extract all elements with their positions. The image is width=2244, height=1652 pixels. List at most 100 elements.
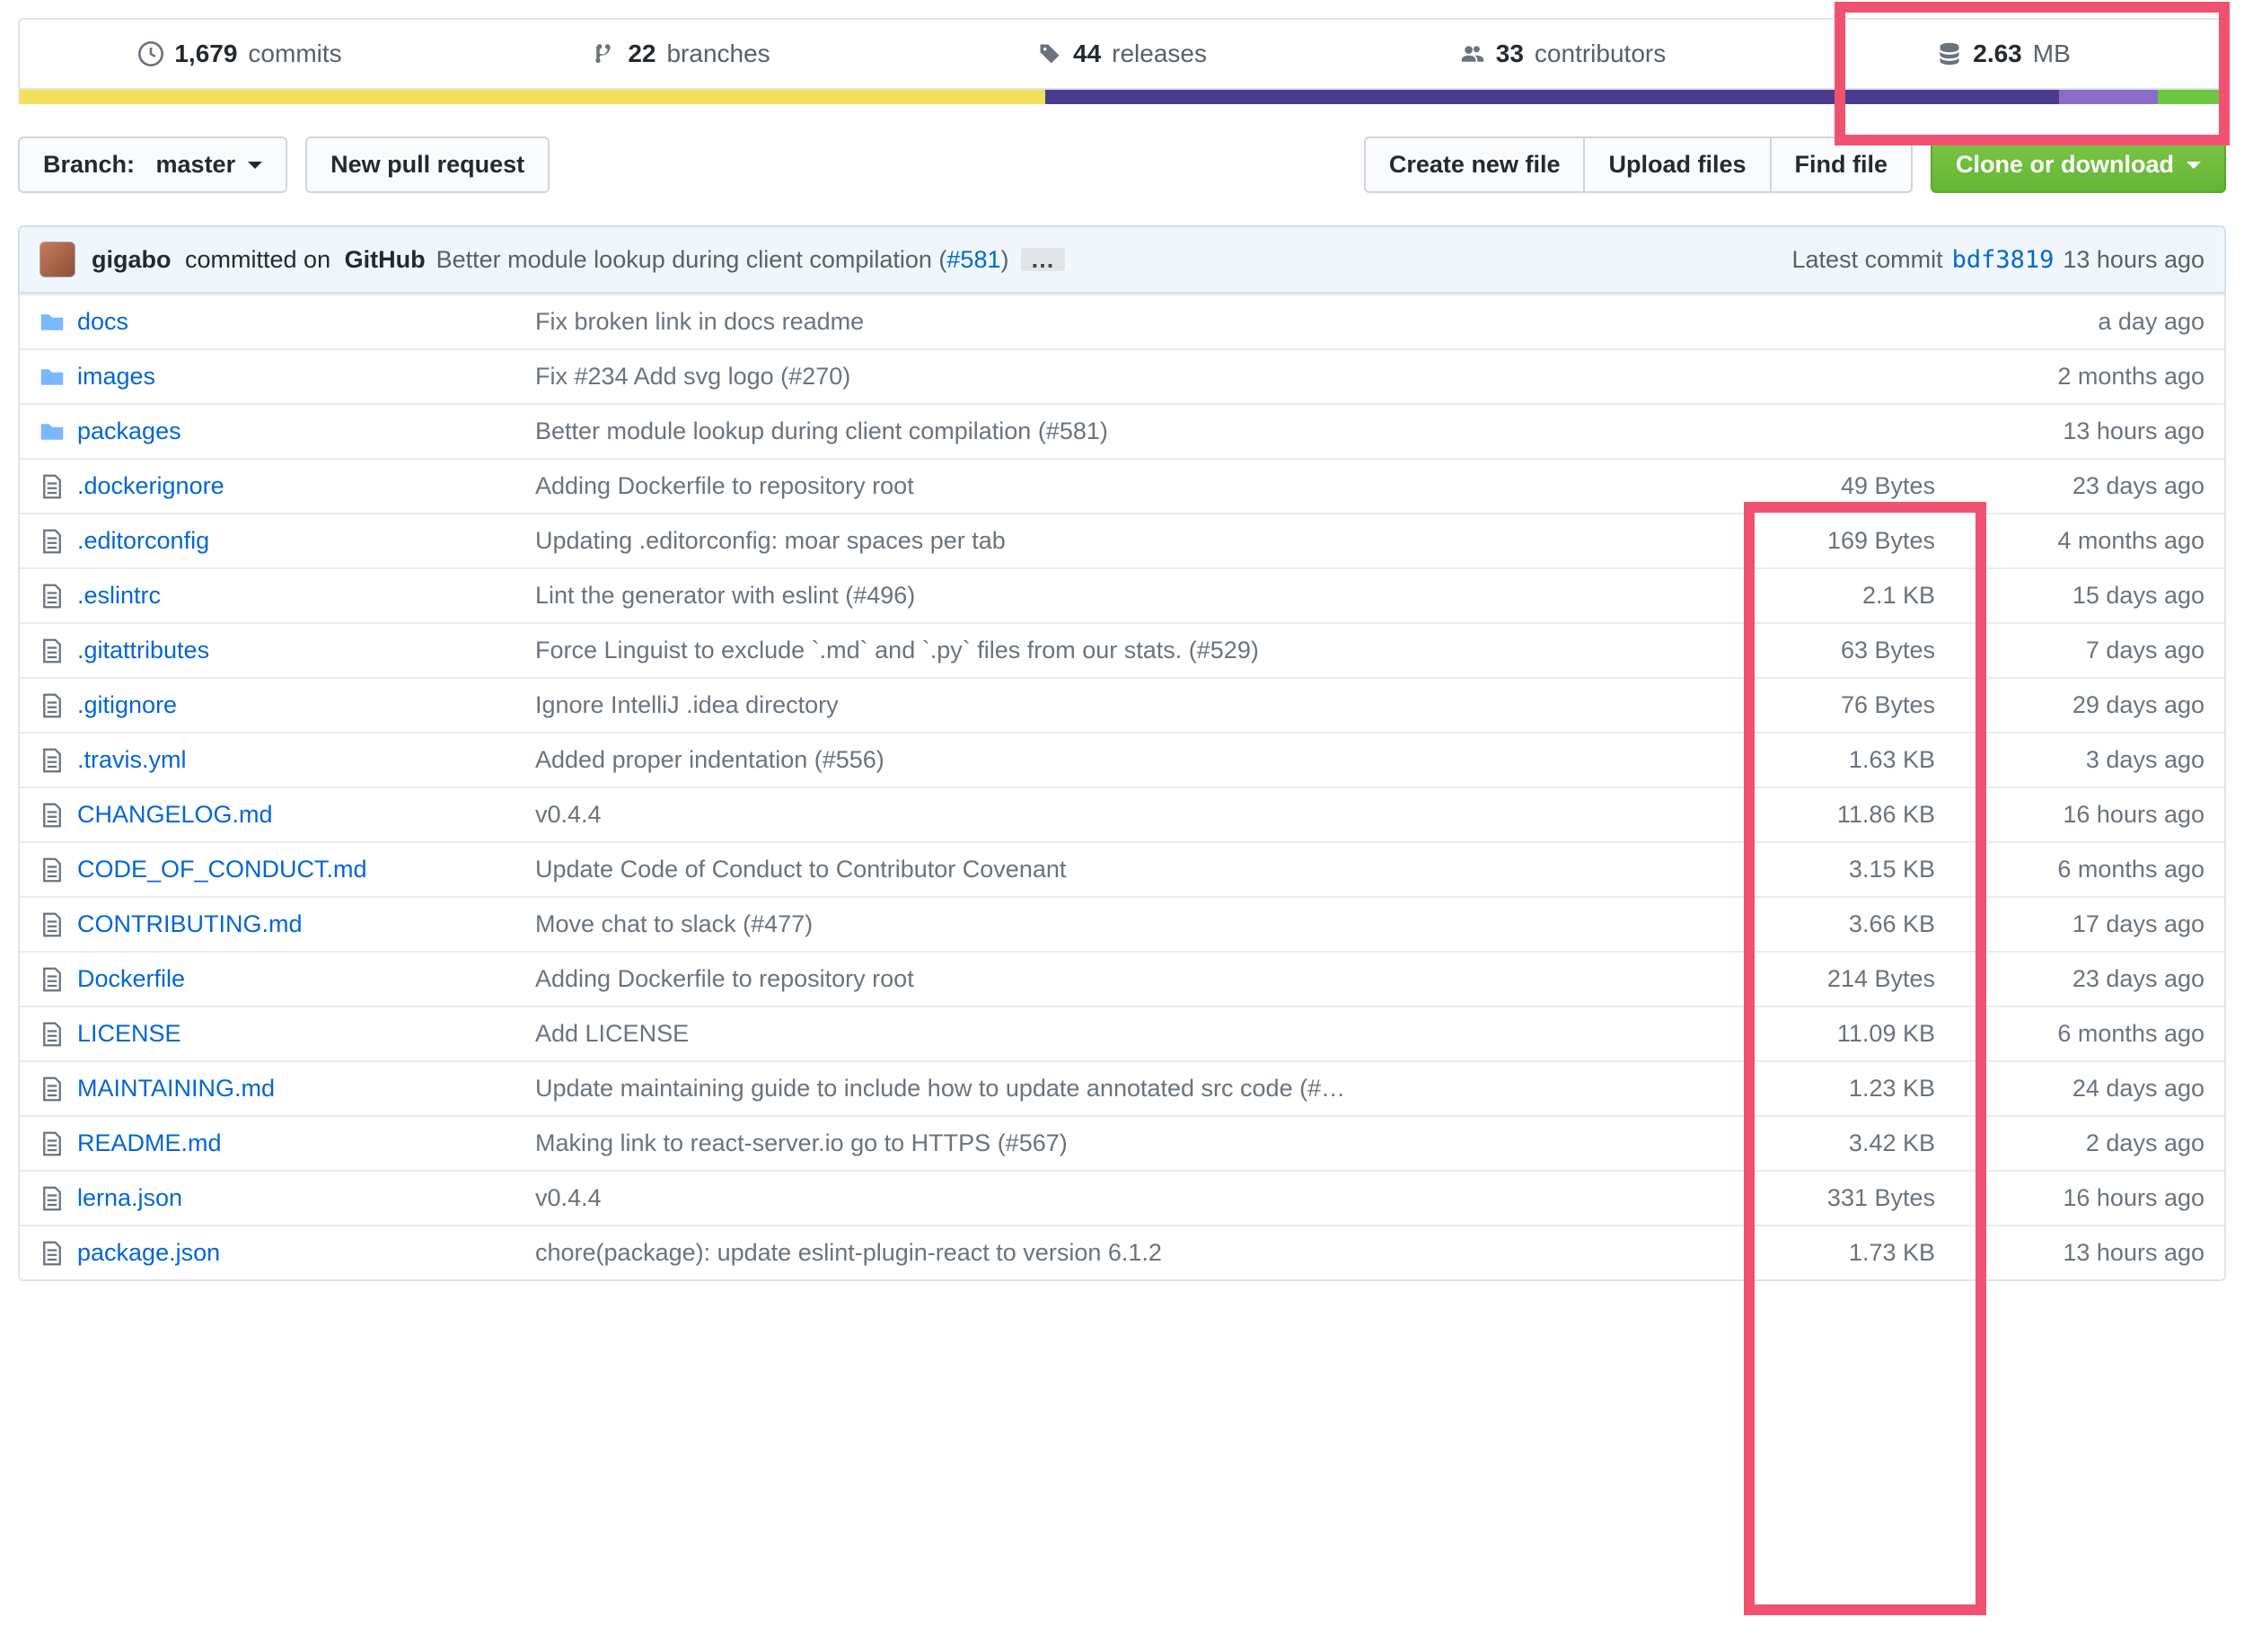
file-icon bbox=[40, 584, 77, 609]
clone-download-label: Clone or download bbox=[1956, 151, 2174, 179]
file-row: README.md Making link to react-server.io … bbox=[20, 1115, 2224, 1170]
file-icon bbox=[40, 638, 77, 663]
file-commit-message[interactable]: Lint the generator with eslint (#496) bbox=[535, 582, 1747, 610]
releases-label: releases bbox=[1112, 40, 1207, 68]
commits-label: commits bbox=[248, 40, 341, 68]
file-time: 24 days ago bbox=[1962, 1075, 2204, 1103]
branch-select-button[interactable]: Branch: master bbox=[18, 136, 287, 193]
file-icon bbox=[40, 1076, 77, 1102]
file-name-link[interactable]: images bbox=[77, 363, 155, 390]
file-commit-message[interactable]: Update maintaining guide to include how … bbox=[535, 1075, 1747, 1103]
file-time: 17 days ago bbox=[1962, 910, 2204, 938]
file-commit-message[interactable]: Updating .editorconfig: moar spaces per … bbox=[535, 527, 1747, 555]
file-name-link[interactable]: lerna.json bbox=[77, 1184, 182, 1211]
file-icon bbox=[40, 803, 77, 828]
file-name-link[interactable]: LICENSE bbox=[77, 1020, 181, 1047]
file-name-link[interactable]: .eslintrc bbox=[77, 582, 161, 609]
file-commit-message[interactable]: v0.4.4 bbox=[535, 801, 1747, 829]
file-name-link[interactable]: .gitattributes bbox=[77, 637, 209, 663]
file-name-link[interactable]: MAINTAINING.md bbox=[77, 1075, 275, 1102]
file-row: package.json chore(package): update eslin… bbox=[20, 1225, 2224, 1279]
folder-icon bbox=[40, 419, 77, 444]
file-name-link[interactable]: CHANGELOG.md bbox=[77, 801, 273, 828]
file-name-link[interactable]: .editorconfig bbox=[77, 527, 209, 554]
releases-stat[interactable]: 44 releases bbox=[902, 20, 1342, 88]
file-time: a day ago bbox=[1962, 308, 2204, 336]
file-commit-message[interactable]: Ignore IntelliJ .idea directory bbox=[535, 691, 1747, 719]
find-file-button[interactable]: Find file bbox=[1770, 136, 1914, 193]
commit-pr-link[interactable]: #581 bbox=[946, 246, 1000, 273]
new-pull-request-button[interactable]: New pull request bbox=[305, 136, 550, 193]
tag-icon bbox=[1037, 41, 1062, 66]
latest-commit-label: Latest commit bbox=[1792, 246, 1943, 274]
file-size: 1.23 KB bbox=[1747, 1075, 1962, 1103]
file-size: 76 Bytes bbox=[1747, 691, 1962, 719]
clone-download-button[interactable]: Clone or download bbox=[1931, 136, 2226, 193]
file-time: 2 days ago bbox=[1962, 1129, 2204, 1157]
file-commit-message[interactable]: Force Linguist to exclude `.md` and `.py… bbox=[535, 637, 1747, 664]
language-bar[interactable] bbox=[18, 90, 2226, 104]
file-commit-message[interactable]: chore(package): update eslint-plugin-rea… bbox=[535, 1239, 1747, 1267]
file-icon bbox=[40, 967, 77, 992]
file-icon bbox=[40, 474, 77, 499]
file-row: .eslintrc Lint the generator with eslint … bbox=[20, 567, 2224, 622]
file-time: 16 hours ago bbox=[1962, 801, 2204, 829]
upload-files-button[interactable]: Upload files bbox=[1583, 136, 1771, 193]
size-count: 2.63 bbox=[1973, 40, 2022, 68]
file-commit-message[interactable]: Added proper indentation (#556) bbox=[535, 746, 1747, 774]
file-size: 214 Bytes bbox=[1747, 965, 1962, 993]
file-name-link[interactable]: .dockerignore bbox=[77, 472, 224, 499]
commits-stat[interactable]: 1,679 commits bbox=[20, 20, 461, 88]
commit-message-end: ) bbox=[1000, 246, 1008, 273]
branches-stat[interactable]: 22 branches bbox=[461, 20, 902, 88]
history-icon bbox=[138, 41, 163, 66]
lang-segment-other bbox=[2059, 90, 2158, 104]
file-time: 3 days ago bbox=[1962, 746, 2204, 774]
file-commit-message[interactable]: Move chat to slack (#477) bbox=[535, 910, 1747, 938]
file-commit-message[interactable]: Fix broken link in docs readme bbox=[535, 308, 1747, 336]
file-name-link[interactable]: .travis.yml bbox=[77, 746, 187, 773]
file-row: .travis.yml Added proper indentation (#55… bbox=[20, 732, 2224, 786]
file-icon bbox=[40, 748, 77, 773]
git-branch-icon bbox=[592, 41, 617, 66]
repo-toolbar: Branch: master New pull request Create n… bbox=[18, 136, 2226, 193]
file-name-link[interactable]: CODE_OF_CONDUCT.md bbox=[77, 856, 367, 883]
create-new-file-button[interactable]: Create new file bbox=[1364, 136, 1586, 193]
contributors-stat[interactable]: 33 contributors bbox=[1342, 20, 1783, 88]
file-name-link[interactable]: package.json bbox=[77, 1239, 220, 1266]
file-commit-message[interactable]: Update Code of Conduct to Contributor Co… bbox=[535, 856, 1747, 883]
file-name-link[interactable]: .gitignore bbox=[77, 691, 177, 718]
file-commit-message[interactable]: Making link to react-server.io go to HTT… bbox=[535, 1129, 1747, 1157]
file-commit-message[interactable]: Fix #234 Add svg logo (#270) bbox=[535, 363, 1747, 391]
file-size: 11.86 KB bbox=[1747, 801, 1962, 829]
file-commit-message[interactable]: Adding Dockerfile to repository root bbox=[535, 965, 1747, 993]
file-commit-message[interactable]: v0.4.4 bbox=[535, 1184, 1747, 1212]
file-time: 2 months ago bbox=[1962, 363, 2204, 391]
contributors-label: contributors bbox=[1535, 40, 1666, 68]
file-row: CHANGELOG.md v0.4.411.86 KB16 hours ago bbox=[20, 786, 2224, 841]
file-commit-message[interactable]: Add LICENSE bbox=[535, 1020, 1747, 1048]
people-icon bbox=[1460, 41, 1485, 66]
avatar[interactable] bbox=[40, 242, 75, 277]
file-name-link[interactable]: Dockerfile bbox=[77, 965, 185, 992]
commit-expand-button[interactable]: … bbox=[1021, 248, 1065, 271]
file-icon bbox=[40, 1022, 77, 1047]
file-time: 7 days ago bbox=[1962, 637, 2204, 664]
file-name-link[interactable]: packages bbox=[77, 417, 181, 444]
file-name-link[interactable]: CONTRIBUTING.md bbox=[77, 910, 303, 937]
file-row: docs Fix broken link in docs readme a day … bbox=[20, 294, 2224, 348]
commit-message[interactable]: Better module lookup during client compi… bbox=[436, 246, 947, 273]
commit-author[interactable]: gigabo bbox=[92, 246, 172, 274]
file-icon bbox=[40, 1241, 77, 1266]
file-name-link[interactable]: README.md bbox=[77, 1129, 222, 1156]
file-name-link[interactable]: docs bbox=[77, 308, 128, 335]
contributors-count: 33 bbox=[1496, 40, 1524, 68]
file-commit-message[interactable]: Adding Dockerfile to repository root bbox=[535, 472, 1747, 500]
file-commit-message[interactable]: Better module lookup during client compi… bbox=[535, 417, 1747, 445]
database-icon bbox=[1937, 41, 1962, 66]
file-icon bbox=[40, 529, 77, 554]
size-stat[interactable]: 2.63 MB bbox=[1783, 20, 2224, 88]
caret-down-icon bbox=[2187, 162, 2201, 169]
commit-sha[interactable]: bdf3819 bbox=[1952, 246, 2055, 274]
file-row: lerna.jsonv0.4.4331 Bytes16 hours ago bbox=[20, 1170, 2224, 1225]
